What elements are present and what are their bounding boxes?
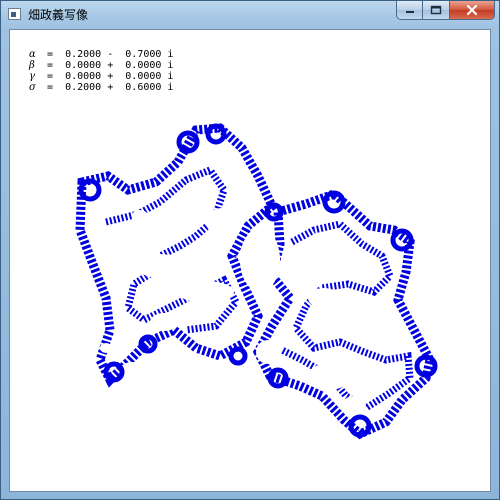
canvas-area: α = 0.2000 - 0.7000 i β = 0.0000 + 0.000… (9, 29, 491, 492)
caption-buttons (396, 1, 495, 21)
title-bar[interactable]: 畑政義写像 (1, 1, 499, 28)
fractal-hole (206, 208, 238, 236)
fractal-tip (228, 346, 248, 366)
fractal-hole (324, 255, 360, 277)
close-icon (466, 4, 478, 16)
window-title: 畑政義写像 (28, 8, 89, 22)
hata-map-fractal (75, 123, 438, 440)
fractal-hole (100, 343, 112, 353)
fractal-hole (178, 281, 234, 303)
fractal-hole (158, 350, 198, 382)
fractal-hole (342, 396, 366, 416)
maximize-button[interactable] (423, 1, 450, 20)
fractal-inner-left (105, 165, 241, 334)
fractal-hole (310, 362, 350, 390)
app-icon[interactable] (8, 8, 21, 20)
fractal-hole (240, 228, 280, 292)
fractal-hole (136, 254, 184, 278)
fractal-tip (138, 334, 158, 354)
fractal-hole (308, 288, 340, 308)
fractal-hole (150, 313, 178, 331)
minimize-icon (405, 11, 414, 13)
fractal-tip (322, 190, 346, 214)
minimize-button[interactable] (396, 1, 423, 20)
fractal-hole (340, 300, 384, 320)
fractal-hole (256, 340, 280, 364)
app-window: 畑政義写像 α = 0.2000 - 0.7000 i β = 0.0000 +… (0, 0, 500, 500)
fractal-tip (390, 228, 414, 252)
close-button[interactable] (450, 1, 495, 20)
fractal-body (75, 123, 438, 440)
maximize-icon (430, 5, 442, 15)
fractal-tip (264, 202, 284, 222)
fractal-hole (132, 210, 148, 222)
fractal-tip (205, 123, 227, 145)
